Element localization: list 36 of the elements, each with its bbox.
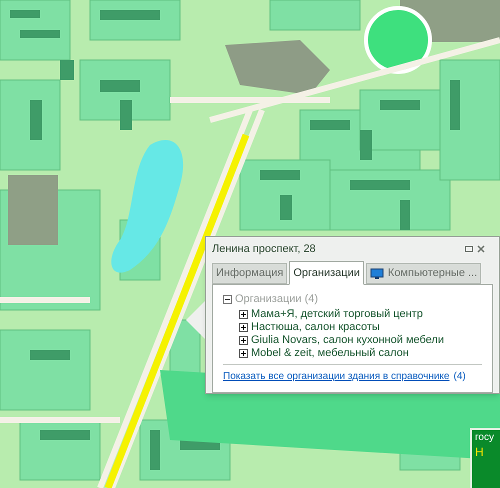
building [450,80,460,130]
building [260,170,300,180]
building [30,350,70,360]
tab[interactable]: Компьютерные ... [366,263,482,284]
popup-title: Ленина проспект, 28 [212,242,316,257]
minimize-icon[interactable] [465,246,473,252]
building [60,60,74,80]
industrial-area [8,175,58,245]
directory-link[interactable]: Показать все организации здания в справочнике [223,368,450,384]
building [40,430,90,440]
building [10,10,40,18]
building [30,100,42,140]
building [310,120,350,130]
sign-text: госу [475,432,495,444]
expand-icon[interactable] [239,322,248,332]
roundabout [364,6,432,74]
collapse-icon[interactable] [223,294,232,304]
organization-count: (4) [453,370,466,384]
close-icon[interactable] [477,245,485,253]
building [100,10,160,20]
building [380,100,420,110]
sign-text: Н [475,444,485,460]
expand-icon[interactable] [239,348,248,358]
building [350,180,410,190]
building [360,130,372,160]
building [280,195,292,220]
tab[interactable]: Организации [289,261,364,285]
building [100,80,140,92]
expand-icon[interactable] [239,336,248,344]
expand-icon[interactable] [239,310,248,318]
building [150,430,160,470]
tab[interactable]: Информация [212,263,288,284]
building [120,100,132,130]
building [20,30,60,38]
building [400,200,410,230]
monitor-icon [370,268,384,280]
